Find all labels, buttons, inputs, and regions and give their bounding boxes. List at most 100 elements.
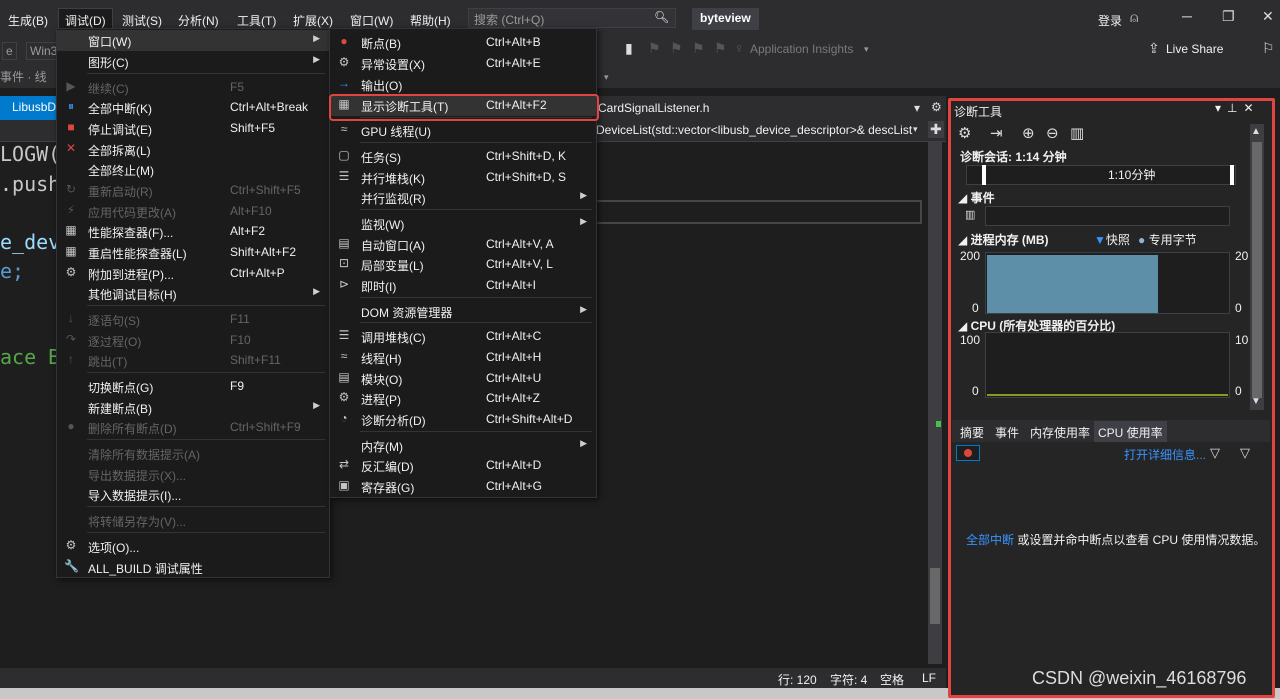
panel-close-icon[interactable]: ✕ [1243,101,1259,115]
timeline-ruler[interactable] [966,165,1236,185]
settings-icon[interactable]: ⚙ [958,124,971,142]
menu-extensions[interactable]: 扩展(X) [293,12,333,29]
menu-help[interactable]: 帮助(H) [410,12,451,29]
menu-item[interactable]: ⚙ 异常设置(X) Ctrl+Alt+E [330,53,596,74]
filter-icon[interactable]: ▽ [1240,445,1250,461]
menu-item[interactable]: ▤ 自动窗口(A) Ctrl+Alt+V, A [330,234,596,255]
menu-item[interactable]: 新建断点(B) ▶ [57,397,329,418]
editor-tab[interactable]: CardSignalListener.h [598,101,709,115]
menu-test[interactable]: 测试(S) [122,12,162,29]
menu-item[interactable]: ◔ 诊断分析(D) Ctrl+Shift+Alt+D [330,409,596,430]
menu-item[interactable]: 🔧 ALL_BUILD 调试属性 [57,557,329,578]
events-track[interactable] [985,206,1230,226]
reset-zoom-icon[interactable]: ▥ [1070,124,1084,142]
menu-item[interactable]: ≈ GPU 线程(U) [330,120,596,141]
menu-item[interactable]: 监视(W) ▶ [330,213,596,234]
search-input[interactable]: 搜索 (Ctrl+Q) [468,8,676,28]
config-dropdown[interactable]: e [2,42,17,60]
user-icon[interactable]: ⍝ [1130,9,1138,26]
menu-item[interactable]: 其他调试目标(H) ▶ [57,283,329,304]
tab-summary[interactable]: 摘要 [960,424,984,441]
menu-item[interactable]: ▤ 模块(O) Ctrl+Alt+U [330,368,596,389]
tab-list-icon[interactable]: ▾ [914,101,920,115]
minimize-icon[interactable]: ─ [1182,8,1192,24]
menu-build[interactable]: 生成(B) [8,12,48,29]
editor-scrollbar-thumb[interactable] [930,568,940,624]
toolbar-overflow-icon[interactable]: ▾ [604,72,609,83]
pin-icon[interactable]: ⊥ [1227,101,1243,115]
tab-events[interactable]: 事件 [995,424,1019,441]
bookmark-next-icon[interactable]: ⚑ [670,40,683,57]
search-icon[interactable]: 🔍︎ [654,10,669,24]
menu-item[interactable]: ▣ 寄存器(G) Ctrl+Alt+G [330,476,596,497]
open-details-link[interactable]: 打开详细信息... [1124,446,1206,463]
settings-icon[interactable]: ⚙ [931,100,942,114]
export-icon[interactable]: ⇥ [990,124,1003,142]
menu-item[interactable]: ≈ 线程(H) Ctrl+Alt+H [330,347,596,368]
chevron-down-icon[interactable]: ▾ [913,124,918,135]
timeline-end-handle[interactable] [1230,165,1234,185]
cpu-chart[interactable] [985,332,1230,398]
menu-item[interactable]: ▢ 任务(S) Ctrl+Shift+D, K [330,146,596,167]
menu-item[interactable]: ☰ 调用堆栈(C) Ctrl+Alt+C [330,326,596,347]
menu-item[interactable]: ⚙ 附加到进程(P)... Ctrl+Alt+P [57,263,329,284]
live-share-button[interactable]: Live Share [1166,42,1223,56]
diag-scrollbar-thumb[interactable] [1252,142,1262,398]
timeline-start-handle[interactable] [982,165,986,185]
editor-tab-active[interactable]: LibusbD [0,96,58,120]
tab-memory-usage[interactable]: 内存使用率 [1030,424,1090,441]
status-eol[interactable]: LF [922,671,936,685]
tab-cpu-usage[interactable]: CPU 使用率 [1094,421,1167,442]
restore-icon[interactable]: ❐ [1222,8,1235,25]
menu-item[interactable]: 窗口(W) ▶ [57,30,329,51]
share-icon[interactable]: ⇪ [1148,40,1160,57]
status-indent[interactable]: 空格 [880,671,904,688]
split-icon[interactable]: ✚ [928,121,944,138]
menu-item[interactable]: ■ 停止调试(E) Shift+F5 [57,118,329,139]
member-dropdown[interactable]: DeviceList(std::vector<libusb_device_des… [596,123,912,137]
menu-tools[interactable]: 工具(T) [237,12,276,29]
zoom-in-icon[interactable]: ⊕ [1022,124,1035,142]
menu-item[interactable]: ⚙ 选项(O)... [57,536,329,557]
menu-item[interactable]: 图形(C) ▶ [57,51,329,72]
chevron-down-icon[interactable]: ▾ [864,44,869,55]
panel-controls[interactable]: ▾⊥✕ [1215,101,1260,115]
bookmark-prev-icon[interactable]: ⚑ [648,40,661,57]
close-icon[interactable]: ✕ [1262,8,1274,25]
menu-item[interactable]: ▦ 重启性能探查器(L) Shift+Alt+F2 [57,242,329,263]
menu-item[interactable]: ✕ 全部拆离(L) [57,139,329,160]
menu-item[interactable]: 切换断点(G) F9 [57,376,329,397]
zoom-out-icon[interactable]: ⊖ [1046,124,1059,142]
app-insights-icon[interactable]: ♀ [734,40,745,56]
bookmark-icon[interactable]: ▮ [625,40,633,57]
scroll-down-icon[interactable]: ▼ [1251,396,1261,407]
menu-item[interactable]: ⊳ 即时(I) Ctrl+Alt+I [330,275,596,296]
menu-item[interactable]: ⊡ 局部变量(L) Ctrl+Alt+V, L [330,254,596,275]
menu-item[interactable]: → 输出(O) [330,74,596,95]
menu-item[interactable]: ⇄ 反汇编(D) Ctrl+Alt+D [330,455,596,476]
scroll-up-icon[interactable]: ▲ [1251,126,1261,137]
panel-menu-icon[interactable]: ▾ [1215,101,1227,115]
menu-window[interactable]: 窗口(W) [350,12,393,29]
menu-item[interactable]: 并行监视(R) ▶ [330,187,596,208]
menu-item[interactable]: 全部终止(M) [57,159,329,180]
menu-item[interactable]: ⚙ 进程(P) Ctrl+Alt+Z [330,388,596,409]
menu-item[interactable]: DOM 资源管理器 ▶ [330,301,596,322]
events-section-title[interactable]: ◢ 事件 [958,189,995,206]
break-all-link[interactable]: 全部中断 [966,533,1014,547]
menu-item[interactable]: ● 断点(B) Ctrl+Alt+B [330,32,596,53]
bookmark-folder-icon[interactable]: ⚑ [692,40,705,57]
menu-item[interactable]: ▦ 性能探查器(F)... Alt+F2 [57,221,329,242]
filter-icon[interactable]: ▽ [1210,445,1220,461]
feedback-icon[interactable]: ⚐ [1262,40,1275,57]
menu-item-label: 切换断点(G) [88,381,154,395]
login-link[interactable]: 登录 [1098,12,1122,29]
menu-item[interactable]: 导入数据提示(I)... [57,484,329,505]
menu-item[interactable]: ⏸ 全部中断(K) Ctrl+Alt+Break [57,97,329,118]
menu-item[interactable]: ☰ 并行堆栈(K) Ctrl+Shift+D, S [330,167,596,188]
menu-analyze[interactable]: 分析(N) [178,12,219,29]
bookmark-clear-icon[interactable]: ⚑ [714,40,727,57]
memory-section-title[interactable]: ◢ 进程内存 (MB) [958,231,1049,248]
app-insights-button[interactable]: Application Insights [750,42,853,56]
menu-item[interactable]: 内存(M) ▶ [330,435,596,456]
